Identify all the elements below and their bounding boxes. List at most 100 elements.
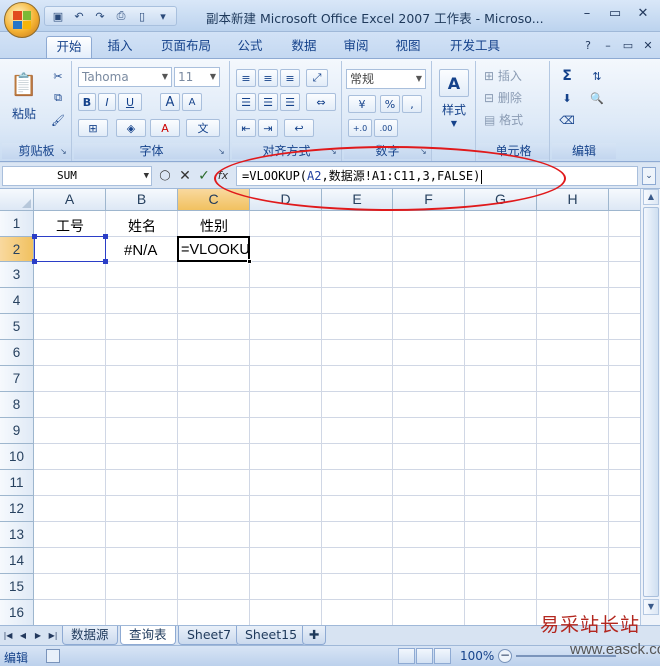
number-format-combo[interactable]: 常规 ▼ — [346, 69, 426, 89]
formula-bar-splitter-icon[interactable]: ◯ — [156, 166, 174, 186]
currency-icon[interactable]: ¥ — [348, 95, 376, 113]
align-top-icon[interactable]: ≡ — [236, 69, 256, 87]
formula-input[interactable]: =VLOOKUP(A2,数据源!A1:C11,3,FALSE) — [236, 166, 638, 186]
undo-icon[interactable]: ↶ — [70, 8, 88, 24]
align-middle-icon[interactable]: ≡ — [258, 69, 278, 87]
column-header-e[interactable]: E — [322, 189, 393, 211]
insert-sheet-icon[interactable]: ✚ — [302, 626, 327, 645]
sheet-tab-data-source[interactable]: 数据源 — [62, 626, 118, 645]
zoom-out-icon[interactable]: − — [498, 649, 512, 663]
zoom-level[interactable]: 100% — [460, 649, 494, 663]
insert-function-icon[interactable]: fx — [214, 166, 232, 186]
phonetic-icon[interactable]: 文 — [186, 119, 220, 137]
copy-icon[interactable]: ⧉ — [48, 89, 68, 107]
comma-button[interactable]: , — [402, 95, 422, 113]
styles-dropdown-icon[interactable]: ▼ — [434, 119, 474, 128]
fill-handle[interactable] — [247, 259, 252, 264]
page-break-view-icon[interactable] — [434, 648, 451, 664]
align-bottom-icon[interactable]: ≡ — [280, 69, 300, 87]
redo-icon[interactable]: ↷ — [91, 8, 109, 24]
cell-a1[interactable]: 工号 — [56, 216, 84, 236]
range-handle[interactable] — [32, 234, 37, 239]
decrease-indent-icon[interactable]: ⇤ — [236, 119, 256, 137]
font-color-icon[interactable]: A — [150, 119, 180, 137]
row-header-14[interactable]: 14 — [0, 548, 34, 574]
clear-icon[interactable]: ⌫ — [556, 111, 578, 129]
row-header-5[interactable]: 5 — [0, 314, 34, 340]
underline-button[interactable]: U — [118, 93, 142, 111]
range-handle[interactable] — [103, 234, 108, 239]
cell-b2[interactable]: #N/A — [124, 242, 157, 259]
name-box[interactable]: SUM ▼ — [2, 166, 152, 186]
row-header-11[interactable]: 11 — [0, 470, 34, 496]
first-sheet-icon[interactable]: |◀ — [2, 629, 14, 642]
row-header-8[interactable]: 8 — [0, 392, 34, 418]
office-button[interactable] — [4, 2, 40, 38]
column-header-partial[interactable] — [609, 189, 640, 211]
insert-cells-button[interactable]: ⊞ 插入 — [484, 67, 522, 84]
font-launcher-icon[interactable]: ↘ — [218, 148, 227, 157]
bold-button[interactable]: B — [78, 93, 96, 111]
align-center-icon[interactable]: ☰ — [258, 93, 278, 111]
close-workbook-icon[interactable]: ✕ — [640, 38, 656, 52]
font-name-combo[interactable]: Tahoma ▼ — [78, 67, 172, 87]
last-sheet-icon[interactable]: ▶| — [47, 629, 59, 642]
column-header-c[interactable]: C — [178, 189, 250, 211]
active-cell-c2[interactable]: =VLOOKU — [177, 236, 252, 264]
cut-icon[interactable]: ✂ — [48, 67, 68, 85]
paste-icon[interactable]: 📋 — [6, 65, 42, 105]
font-size-combo[interactable]: 11 ▼ — [174, 67, 220, 87]
worksheet-grid[interactable]: A B C D E F G H 1 2 3 4 5 6 7 8 9 10 11 … — [0, 189, 640, 625]
sheet-tab-query[interactable]: 查询表 — [120, 626, 176, 645]
shrink-font-button[interactable]: A — [182, 93, 202, 111]
italic-button[interactable]: I — [98, 93, 116, 111]
wrap-text-icon[interactable]: ↩ — [284, 119, 314, 137]
tab-view[interactable]: 视图 — [386, 36, 430, 58]
clipboard-launcher-icon[interactable]: ↘ — [60, 148, 69, 157]
tab-data[interactable]: 数据 — [282, 36, 326, 58]
row-header-7[interactable]: 7 — [0, 366, 34, 392]
tab-page-layout[interactable]: 页面布局 — [150, 36, 222, 58]
restore-button[interactable]: ▭ — [602, 4, 628, 22]
cell-b1[interactable]: 姓名 — [128, 216, 156, 236]
minimize-button[interactable]: – — [574, 4, 600, 22]
tab-review[interactable]: 审阅 — [334, 36, 378, 58]
row-header-9[interactable]: 9 — [0, 418, 34, 444]
row-header-3[interactable]: 3 — [0, 262, 34, 288]
delete-cells-button[interactable]: ⊟ 删除 — [484, 89, 522, 106]
minimize-workbook-icon[interactable]: – — [600, 38, 616, 52]
row-header-1[interactable]: 1 — [0, 211, 34, 237]
new-document-icon[interactable]: ▯ — [133, 8, 151, 24]
tab-formulas[interactable]: 公式 — [228, 36, 272, 58]
cancel-icon[interactable]: ✕ — [176, 166, 194, 186]
column-header-f[interactable]: F — [393, 189, 465, 211]
page-layout-view-icon[interactable] — [416, 648, 433, 664]
range-highlight-a2[interactable] — [32, 234, 108, 264]
number-launcher-icon[interactable]: ↘ — [420, 148, 429, 157]
floppy-save-icon[interactable]: ▣ — [49, 8, 67, 24]
autosum-button[interactable]: Σ — [556, 67, 578, 85]
align-right-icon[interactable]: ☰ — [280, 93, 300, 111]
row-header-4[interactable]: 4 — [0, 288, 34, 314]
sheet-tab-sheet7[interactable]: Sheet7 — [178, 626, 241, 645]
tab-insert[interactable]: 插入 — [100, 36, 140, 58]
format-painter-icon[interactable]: 🖌 — [48, 111, 68, 129]
scroll-up-icon[interactable]: ▲ — [643, 189, 659, 205]
orientation-icon[interactable]: ⤢ — [306, 69, 328, 87]
find-select-icon[interactable]: 🔍 — [584, 89, 610, 107]
increase-indent-icon[interactable]: ⇥ — [258, 119, 278, 137]
enter-icon[interactable]: ✓ — [195, 166, 213, 186]
range-handle[interactable] — [103, 259, 108, 264]
sort-filter-icon[interactable]: ⇅ — [584, 67, 610, 85]
column-header-a[interactable]: A — [34, 189, 106, 211]
paste-button-label[interactable]: 粘贴 — [4, 105, 44, 122]
column-header-b[interactable]: B — [106, 189, 178, 211]
tab-home[interactable]: 开始 — [46, 36, 92, 58]
row-header-16[interactable]: 16 — [0, 600, 34, 625]
column-header-d[interactable]: D — [250, 189, 322, 211]
normal-view-icon[interactable] — [398, 648, 415, 664]
percent-button[interactable]: % — [380, 95, 400, 113]
row-header-10[interactable]: 10 — [0, 444, 34, 470]
row-header-6[interactable]: 6 — [0, 340, 34, 366]
tab-developer[interactable]: 开发工具 — [440, 36, 510, 58]
